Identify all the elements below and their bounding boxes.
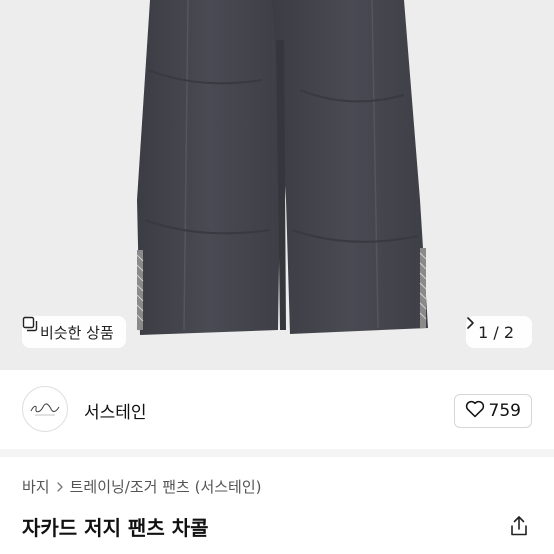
breadcrumb-item-subcategory[interactable]: 트레이닝/조거 팬츠 (서스테인) xyxy=(70,476,262,497)
product-title: 자카드 저지 팬츠 차콜 xyxy=(22,516,209,540)
pager-count: 1 / 2 xyxy=(478,322,514,342)
share-button[interactable] xyxy=(508,516,530,540)
chevron-right-icon xyxy=(56,481,64,493)
like-button[interactable]: 759 xyxy=(453,394,532,428)
share-icon xyxy=(509,515,529,541)
like-count: 759 xyxy=(488,401,521,421)
similar-products-label: 비슷한 상품 xyxy=(40,323,114,342)
image-pager[interactable]: 1 / 2 xyxy=(466,316,532,348)
breadcrumb-item-category[interactable]: 바지 xyxy=(22,476,50,497)
product-image-carousel[interactable]: 비슷한 상품 1 / 2 xyxy=(0,0,554,370)
breadcrumb: 바지 트레이닝/조거 팬츠 (서스테인) xyxy=(22,476,262,497)
seller-avatar[interactable] xyxy=(22,386,68,432)
seller-logo xyxy=(30,403,60,416)
seller-name[interactable]: 서스테인 xyxy=(84,398,147,423)
product-image xyxy=(136,0,428,335)
seller-row[interactable]: 서스테인 759 xyxy=(22,386,532,436)
heart-icon xyxy=(465,400,485,423)
similar-products-button[interactable]: 비슷한 상품 xyxy=(22,316,126,348)
section-divider xyxy=(0,449,554,457)
